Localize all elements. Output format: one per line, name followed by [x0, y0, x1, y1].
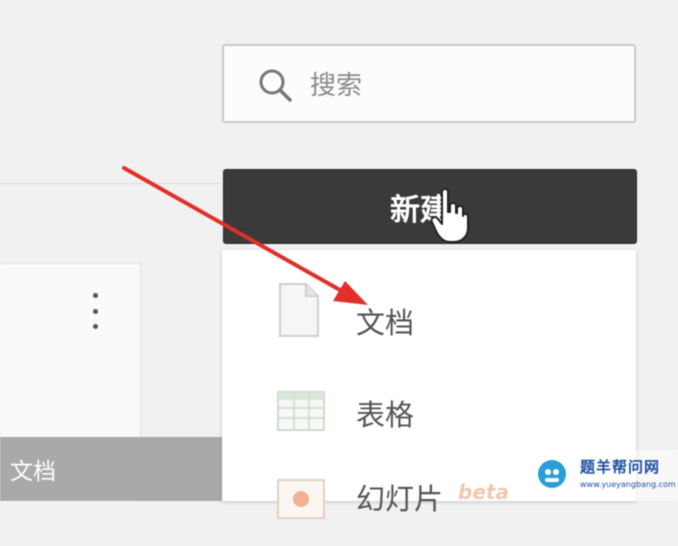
hand-cursor-icon	[430, 188, 469, 243]
document-icon	[279, 283, 319, 337]
watermark-url: www.yueyangbang.com	[580, 480, 676, 489]
search-placeholder: 搜索	[310, 71, 363, 101]
menu-item-document[interactable]: 文档	[222, 272, 636, 362]
sheep-logo-icon	[538, 460, 566, 488]
search-input[interactable]: 搜索	[222, 44, 636, 123]
menu-item-document-label: 文档	[356, 306, 415, 340]
spreadsheet-icon	[277, 391, 325, 431]
more-vertical-icon[interactable]	[90, 293, 100, 329]
menu-item-spreadsheet-label: 表格	[356, 398, 415, 432]
content-divider	[0, 183, 220, 184]
watermark: 题羊帮问网 www.yueyangbang.com	[526, 450, 678, 501]
file-card-type-label: 文档	[10, 459, 56, 485]
watermark-title: 题羊帮问网	[580, 458, 661, 476]
menu-item-spreadsheet[interactable]: 表格	[222, 364, 636, 454]
menu-item-slides-label: 幻灯片	[356, 482, 444, 516]
slides-icon	[277, 479, 325, 519]
beta-badge: beta	[458, 480, 509, 504]
file-card-type-bar: 文档	[0, 437, 225, 501]
search-icon	[259, 69, 292, 102]
